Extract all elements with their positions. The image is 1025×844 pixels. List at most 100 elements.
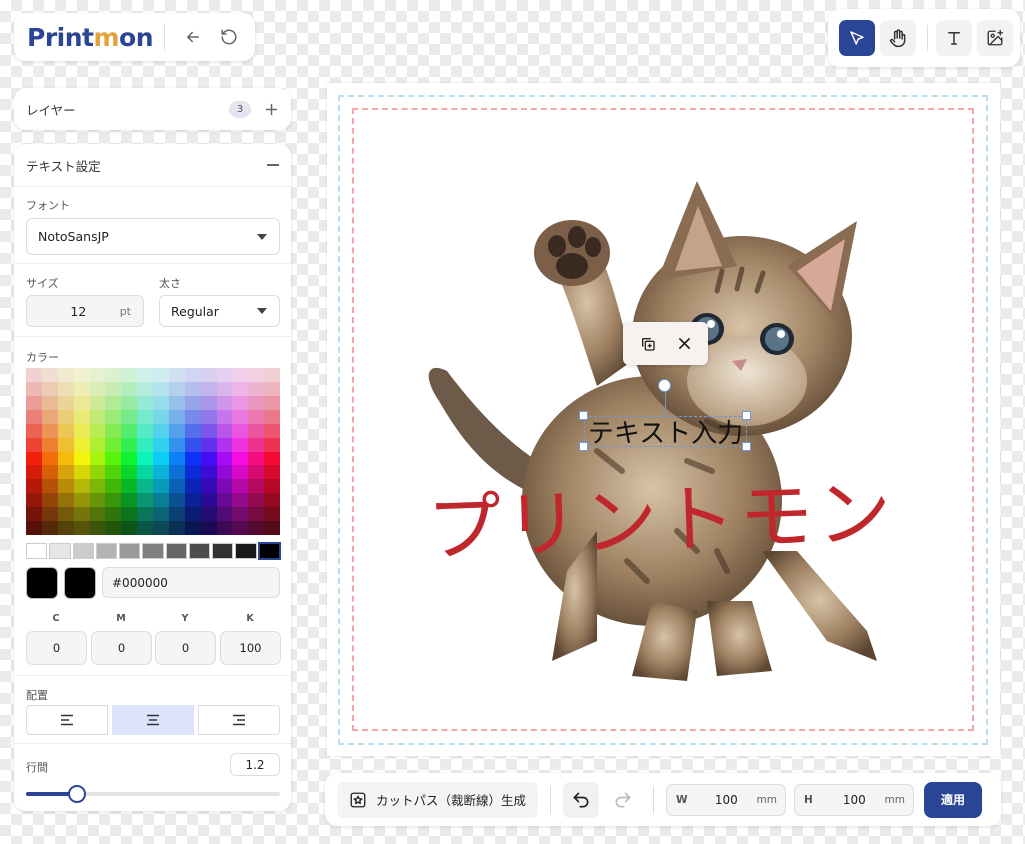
color-swatch[interactable] bbox=[105, 507, 122, 522]
color-swatch[interactable] bbox=[26, 409, 42, 424]
color-swatch[interactable] bbox=[137, 381, 153, 396]
sample-text-object[interactable]: プリントモン bbox=[425, 453, 908, 577]
gray-swatch[interactable] bbox=[95, 543, 118, 559]
color-swatch[interactable] bbox=[200, 479, 217, 494]
color-swatch[interactable] bbox=[153, 409, 169, 424]
color-swatch[interactable] bbox=[232, 507, 249, 522]
color-swatch[interactable] bbox=[105, 479, 122, 494]
color-swatch[interactable] bbox=[41, 493, 58, 508]
color-swatch[interactable] bbox=[137, 368, 153, 382]
color-swatch[interactable] bbox=[264, 521, 280, 535]
color-swatch[interactable] bbox=[57, 395, 74, 410]
color-swatch[interactable] bbox=[121, 368, 138, 382]
app-logo[interactable]: Printmon bbox=[27, 23, 154, 52]
add-text-button[interactable] bbox=[936, 20, 972, 56]
color-swatch[interactable] bbox=[89, 423, 106, 438]
color-swatch[interactable] bbox=[216, 368, 233, 382]
add-layer-button[interactable] bbox=[263, 101, 279, 117]
gray-swatch[interactable] bbox=[257, 542, 282, 560]
color-swatch[interactable] bbox=[264, 479, 280, 494]
gray-swatch[interactable] bbox=[49, 543, 71, 559]
text-settings-header[interactable]: テキスト設定 bbox=[14, 144, 291, 187]
color-swatch[interactable] bbox=[200, 368, 217, 382]
color-swatch[interactable] bbox=[184, 423, 201, 438]
color-swatch[interactable] bbox=[200, 395, 217, 410]
color-swatch[interactable] bbox=[153, 437, 169, 452]
width-input[interactable]: W 100 mm bbox=[666, 783, 787, 816]
color-swatch[interactable] bbox=[248, 409, 265, 424]
color-swatch[interactable] bbox=[200, 381, 217, 396]
color-swatch[interactable] bbox=[105, 437, 122, 452]
line-height-input[interactable]: 1.2 bbox=[230, 753, 280, 776]
color-swatch[interactable] bbox=[57, 507, 74, 522]
color-swatch[interactable] bbox=[153, 395, 169, 410]
rotation-handle[interactable] bbox=[658, 379, 671, 392]
design-canvas[interactable]: プリントモン テキスト入力 bbox=[327, 83, 1000, 756]
color-swatch[interactable] bbox=[73, 437, 90, 452]
color-swatch[interactable] bbox=[26, 423, 42, 438]
color-swatch[interactable] bbox=[216, 409, 233, 424]
color-swatch[interactable] bbox=[89, 479, 106, 494]
color-swatch[interactable] bbox=[248, 451, 265, 466]
color-swatch[interactable] bbox=[137, 395, 153, 410]
color-swatch[interactable] bbox=[216, 465, 233, 480]
color-swatch[interactable] bbox=[168, 451, 185, 466]
color-swatch[interactable] bbox=[41, 409, 58, 424]
gray-swatch[interactable] bbox=[212, 543, 234, 559]
color-swatch[interactable] bbox=[73, 451, 90, 466]
gray-swatch[interactable] bbox=[72, 543, 94, 559]
color-swatch[interactable] bbox=[248, 381, 265, 396]
color-swatch[interactable] bbox=[153, 423, 169, 438]
color-swatch[interactable] bbox=[73, 465, 90, 480]
color-swatch[interactable] bbox=[216, 437, 233, 452]
delete-button[interactable] bbox=[678, 337, 691, 350]
color-swatch[interactable] bbox=[168, 465, 185, 480]
color-swatch[interactable] bbox=[153, 507, 169, 522]
color-swatch[interactable] bbox=[121, 395, 138, 410]
color-swatch[interactable] bbox=[216, 479, 233, 494]
color-swatch[interactable] bbox=[264, 493, 280, 508]
cmyk-m-input[interactable]: 0 bbox=[91, 631, 152, 665]
resize-handle-br[interactable] bbox=[742, 442, 751, 451]
color-swatch[interactable] bbox=[216, 493, 233, 508]
font-weight-select[interactable]: Regular bbox=[159, 295, 280, 327]
gray-swatch[interactable] bbox=[119, 543, 141, 559]
color-swatch[interactable] bbox=[184, 493, 201, 508]
color-swatch[interactable] bbox=[57, 493, 74, 508]
color-swatch[interactable] bbox=[264, 465, 280, 480]
color-swatch[interactable] bbox=[264, 451, 280, 466]
color-swatch[interactable] bbox=[232, 521, 249, 535]
color-swatch[interactable] bbox=[153, 368, 169, 382]
color-swatch[interactable] bbox=[168, 395, 185, 410]
color-swatch[interactable] bbox=[168, 507, 185, 522]
color-swatch[interactable] bbox=[137, 521, 153, 535]
color-swatch[interactable] bbox=[26, 451, 42, 466]
color-swatch[interactable] bbox=[153, 451, 169, 466]
gray-swatch[interactable] bbox=[235, 543, 257, 559]
color-swatch[interactable] bbox=[153, 381, 169, 396]
color-swatch[interactable] bbox=[168, 423, 185, 438]
color-swatch[interactable] bbox=[121, 521, 138, 535]
color-swatch[interactable] bbox=[232, 395, 249, 410]
gray-swatch[interactable] bbox=[188, 543, 211, 559]
color-swatch[interactable] bbox=[57, 479, 74, 494]
color-swatch[interactable] bbox=[232, 451, 249, 466]
align-center-button[interactable] bbox=[112, 705, 194, 735]
color-swatch[interactable] bbox=[200, 409, 217, 424]
color-swatch[interactable] bbox=[200, 465, 217, 480]
color-swatch[interactable] bbox=[41, 479, 58, 494]
color-swatch[interactable] bbox=[216, 423, 233, 438]
color-swatch[interactable] bbox=[184, 368, 201, 382]
color-swatch[interactable] bbox=[232, 381, 249, 396]
color-swatch[interactable] bbox=[153, 493, 169, 508]
color-swatch[interactable] bbox=[216, 521, 233, 535]
color-swatch[interactable] bbox=[232, 479, 249, 494]
color-swatch[interactable] bbox=[184, 507, 201, 522]
fill-color-swatch[interactable] bbox=[26, 567, 58, 599]
generate-cutpath-button[interactable]: カットパス（裁断線）生成 bbox=[337, 781, 539, 818]
color-swatch[interactable] bbox=[137, 423, 153, 438]
color-swatch[interactable] bbox=[168, 437, 185, 452]
color-swatch[interactable] bbox=[184, 381, 201, 396]
color-swatch[interactable] bbox=[105, 368, 122, 382]
resize-handle-bl[interactable] bbox=[579, 442, 588, 451]
